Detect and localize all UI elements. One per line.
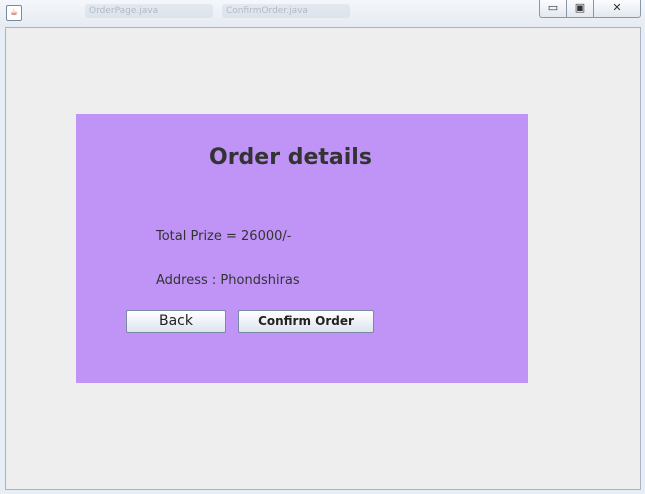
order-details-panel: Order details Total Prize = 26000/- Addr… bbox=[76, 114, 528, 383]
window-content: Order details Total Prize = 26000/- Addr… bbox=[5, 27, 641, 490]
window-title-bar: ☕ OrderPage.java ConfirmOrder.java ▭ ▣ ✕ bbox=[0, 0, 645, 27]
tab-confirm-order: ConfirmOrder.java bbox=[222, 4, 350, 18]
minimize-button[interactable]: ▭ bbox=[539, 0, 567, 18]
address-label: Address : Phondshiras bbox=[156, 273, 300, 288]
confirm-order-button[interactable]: Confirm Order bbox=[238, 310, 374, 333]
page-title: Order details bbox=[209, 145, 372, 170]
tab-order-page: OrderPage.java bbox=[85, 4, 213, 18]
back-button[interactable]: Back bbox=[126, 310, 226, 333]
close-button[interactable]: ✕ bbox=[593, 0, 641, 18]
java-icon[interactable]: ☕ bbox=[6, 5, 22, 21]
total-price-label: Total Prize = 26000/- bbox=[156, 229, 292, 244]
maximize-button[interactable]: ▣ bbox=[566, 0, 594, 18]
